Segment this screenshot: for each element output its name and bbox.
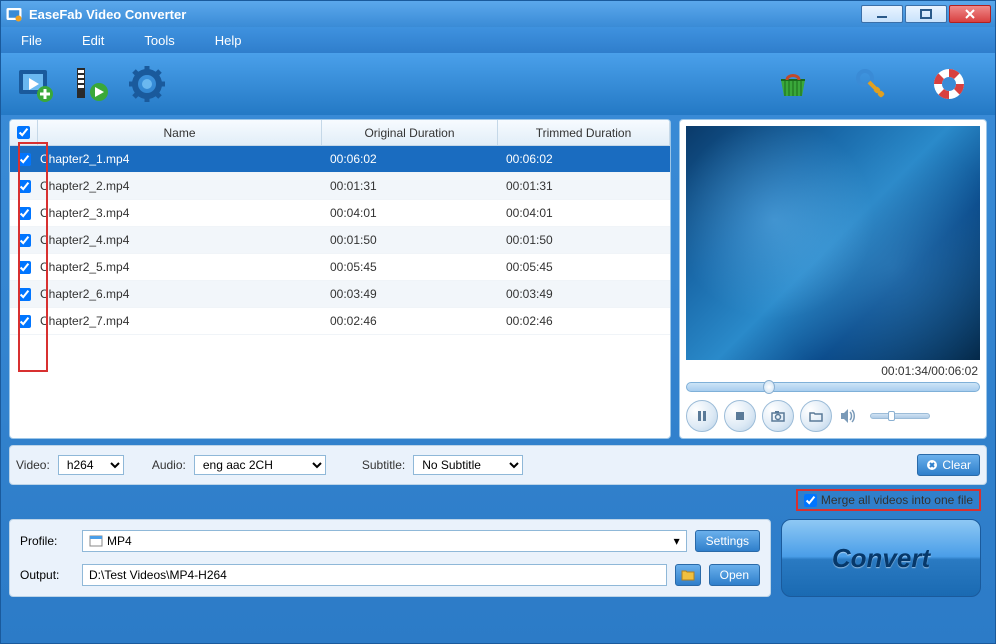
titlebar: EaseFab Video Converter [1,1,995,27]
merge-label: Merge all videos into one file [821,493,973,507]
menu-file[interactable]: File [21,33,42,48]
edit-video-button[interactable] [69,62,113,106]
menu-edit[interactable]: Edit [82,33,104,48]
row-checkbox[interactable] [18,207,31,220]
row-checkbox[interactable] [18,153,31,166]
stop-button[interactable] [724,400,756,432]
settings-button[interactable]: Settings [695,530,760,552]
settings-gear-button[interactable] [125,62,169,106]
cell-name: Chapter2_4.mp4 [38,233,322,247]
cell-name: Chapter2_6.mp4 [38,287,322,301]
merge-checkbox-group[interactable]: Merge all videos into one file [796,489,981,511]
stream-options-row: Video: h264 Audio: eng aac 2CH Subtitle:… [9,445,987,485]
open-output-button[interactable]: Open [709,564,760,586]
audio-label: Audio: [152,458,186,472]
pause-button[interactable] [686,400,718,432]
open-folder-button[interactable] [800,400,832,432]
table-row[interactable]: Chapter2_1.mp400:06:0200:06:02 [10,146,670,173]
cell-original: 00:01:31 [322,179,498,193]
col-name[interactable]: Name [38,120,322,145]
volume-knob[interactable] [888,411,895,421]
cell-trimmed: 00:04:01 [498,206,670,220]
table-row[interactable]: Chapter2_7.mp400:02:4600:02:46 [10,308,670,335]
preview-video[interactable] [686,126,980,360]
cell-name: Chapter2_2.mp4 [38,179,322,193]
table-row[interactable]: Chapter2_6.mp400:03:4900:03:49 [10,281,670,308]
output-label: Output: [20,568,74,582]
seek-knob[interactable] [763,380,775,394]
col-trimmed[interactable]: Trimmed Duration [498,120,670,145]
maximize-button[interactable] [905,5,947,23]
menubar: File Edit Tools Help [1,27,995,53]
header-checkbox[interactable] [17,126,30,139]
subtitle-combo[interactable]: No Subtitle [413,455,523,475]
row-checkbox[interactable] [18,315,31,328]
row-checkbox[interactable] [18,234,31,247]
add-video-button[interactable] [13,62,57,106]
cell-name: Chapter2_1.mp4 [38,152,322,166]
col-original[interactable]: Original Duration [322,120,498,145]
app-window: EaseFab Video Converter File Edit Tools … [0,0,996,644]
cell-trimmed: 00:01:31 [498,179,670,193]
table-row[interactable]: Chapter2_5.mp400:05:4500:05:45 [10,254,670,281]
window-title: EaseFab Video Converter [29,7,186,22]
cell-name: Chapter2_5.mp4 [38,260,322,274]
menu-help[interactable]: Help [215,33,242,48]
output-settings: Profile: MP4 ▾ Settings Output: D:\Test … [9,519,771,597]
cell-original: 00:06:02 [322,152,498,166]
close-button[interactable] [949,5,991,23]
cell-trimmed: 00:02:46 [498,314,670,328]
preview-panel: 00:01:34/00:06:02 [679,119,987,439]
cell-trimmed: 00:06:02 [498,152,670,166]
merge-checkbox[interactable] [804,494,817,507]
snapshot-button[interactable] [762,400,794,432]
browse-folder-button[interactable] [675,564,701,586]
cell-original: 00:04:01 [322,206,498,220]
app-icon [5,5,23,23]
row-checkbox[interactable] [18,288,31,301]
profile-combo[interactable]: MP4 ▾ [82,530,687,552]
cell-original: 00:01:50 [322,233,498,247]
output-path-input[interactable]: D:\Test Videos\MP4-H264 [82,564,667,586]
basket-icon[interactable] [771,62,815,106]
clear-button[interactable]: Clear [917,454,980,476]
cell-original: 00:02:46 [322,314,498,328]
profile-label: Profile: [20,534,74,548]
video-label: Video: [16,458,50,472]
help-lifebuoy-icon[interactable] [927,62,971,106]
register-key-icon[interactable] [849,62,893,106]
toolbar [1,53,995,115]
minimize-button[interactable] [861,5,903,23]
seek-bar[interactable] [686,382,980,392]
cell-original: 00:03:49 [322,287,498,301]
cell-name: Chapter2_7.mp4 [38,314,322,328]
audio-combo[interactable]: eng aac 2CH [194,455,326,475]
cell-trimmed: 00:03:49 [498,287,670,301]
cell-trimmed: 00:01:50 [498,233,670,247]
menu-tools[interactable]: Tools [144,33,174,48]
table-row[interactable]: Chapter2_2.mp400:01:3100:01:31 [10,173,670,200]
volume-slider[interactable] [870,413,930,419]
file-table: Name Original Duration Trimmed Duration … [9,119,671,439]
cell-original: 00:05:45 [322,260,498,274]
cell-trimmed: 00:05:45 [498,260,670,274]
cell-name: Chapter2_3.mp4 [38,206,322,220]
preview-time: 00:01:34/00:06:02 [686,360,980,382]
volume-icon[interactable] [838,406,858,426]
row-checkbox[interactable] [18,180,31,193]
video-combo[interactable]: h264 [58,455,124,475]
table-row[interactable]: Chapter2_3.mp400:04:0100:04:01 [10,200,670,227]
profile-format-icon [89,534,103,548]
table-row[interactable]: Chapter2_4.mp400:01:5000:01:50 [10,227,670,254]
convert-button[interactable]: Convert [781,519,981,597]
subtitle-label: Subtitle: [362,458,405,472]
row-checkbox[interactable] [18,261,31,274]
